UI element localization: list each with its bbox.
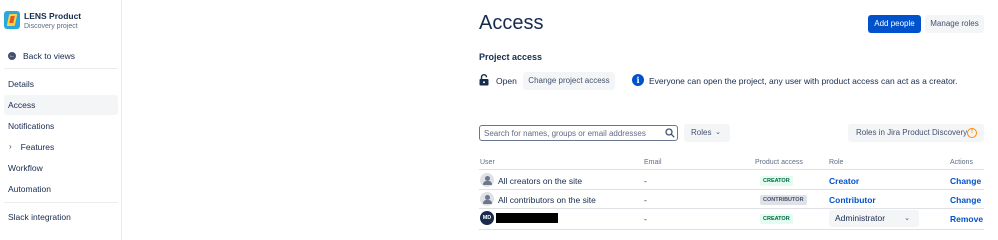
- row-divider: [479, 189, 984, 190]
- sidebar-item-features[interactable]: › Features: [4, 137, 118, 157]
- sidebar-item-automation[interactable]: Automation: [4, 179, 118, 199]
- unlock-icon: [479, 74, 489, 86]
- table-header-divider: [479, 169, 984, 170]
- remove-action-link[interactable]: Remove: [950, 214, 983, 224]
- sidebar-item-notifications[interactable]: Notifications: [4, 116, 118, 136]
- chevron-down-icon: ⌄: [904, 215, 910, 222]
- chevron-down-icon: ⌄: [715, 129, 721, 136]
- change-action-link[interactable]: Change: [950, 176, 981, 186]
- column-header-product-access: Product access: [755, 159, 803, 166]
- project-access-heading: Project access: [479, 52, 543, 62]
- roles-filter-label: Roles: [691, 128, 712, 137]
- sidebar-item-details[interactable]: Details: [4, 74, 118, 94]
- sidebar-item-label: Details: [8, 79, 34, 89]
- project-header: LENS Product Discovery project: [4, 11, 81, 32]
- page-title: Access: [479, 12, 544, 34]
- access-info-text: Everyone can open the project, any user …: [649, 76, 958, 86]
- info-icon: i: [632, 74, 644, 86]
- role-select[interactable]: Administrator ⌄: [829, 210, 919, 227]
- role-link[interactable]: Creator: [829, 176, 859, 186]
- product-access-badge: CREATOR: [760, 214, 793, 224]
- product-access-badge: CONTRIBUTOR: [760, 195, 807, 205]
- user-email: -: [644, 214, 647, 224]
- sidebar: LENS Product Discovery project ← Back to…: [0, 0, 122, 240]
- project-logo-icon: [4, 11, 20, 29]
- search-icon[interactable]: [665, 128, 675, 138]
- change-project-access-button[interactable]: Change project access: [523, 72, 615, 90]
- user-name: All creators on the site: [498, 176, 583, 186]
- sidebar-item-workflow[interactable]: Workflow: [4, 158, 118, 178]
- column-header-actions: Actions: [950, 159, 973, 166]
- sidebar-item-label: Workflow: [8, 163, 43, 173]
- back-label: Back to views: [23, 51, 75, 61]
- sidebar-item-label: Access: [8, 100, 36, 110]
- sidebar-item-label: Features: [20, 142, 55, 152]
- roles-filter-dropdown[interactable]: Roles ⌄: [684, 124, 730, 142]
- sidebar-divider: [4, 68, 118, 69]
- user-email: -: [644, 176, 647, 186]
- access-status: Open: [496, 76, 517, 86]
- roles-info-label: Roles in Jira Product Discovery: [856, 128, 968, 137]
- row-divider: [479, 208, 984, 209]
- add-people-button[interactable]: Add people: [868, 15, 921, 33]
- sidebar-item-label: Slack integration: [8, 212, 71, 222]
- manage-roles-button[interactable]: Manage roles: [925, 15, 984, 33]
- roles-info-button[interactable]: Roles in Jira Product Discovery !: [848, 124, 984, 142]
- row-divider: [479, 229, 984, 230]
- sidebar-divider: [4, 202, 118, 203]
- arrow-left-icon: ←: [8, 52, 16, 60]
- project-type: Discovery project: [24, 23, 78, 30]
- user-avatar: MD: [480, 211, 494, 225]
- sidebar-item-access[interactable]: Access: [4, 95, 118, 115]
- column-header-role: Role: [829, 159, 844, 166]
- role-link[interactable]: Contributor: [829, 195, 876, 205]
- sidebar-item-label: Notifications: [8, 121, 55, 131]
- sidebar-item-slack-integration[interactable]: Slack integration: [4, 207, 118, 227]
- redacted-user-name: [496, 213, 558, 223]
- user-email: -: [644, 195, 647, 205]
- column-header-email: Email: [644, 159, 662, 166]
- chevron-right-icon: ›: [9, 142, 12, 151]
- back-to-views-link[interactable]: ← Back to views: [8, 51, 75, 61]
- warning-icon: !: [967, 128, 977, 138]
- user-name: All contributors on the site: [498, 195, 596, 205]
- product-access-badge: CREATOR: [760, 176, 793, 186]
- sidebar-item-label: Automation: [8, 184, 51, 194]
- user-group-avatar-icon: [480, 192, 494, 206]
- user-group-avatar-icon: [480, 173, 494, 187]
- change-action-link[interactable]: Change: [950, 195, 981, 205]
- role-select-value: Administrator: [835, 213, 886, 223]
- search-input[interactable]: [479, 125, 678, 141]
- project-name: LENS Product: [24, 11, 82, 21]
- column-header-user: User: [480, 159, 495, 166]
